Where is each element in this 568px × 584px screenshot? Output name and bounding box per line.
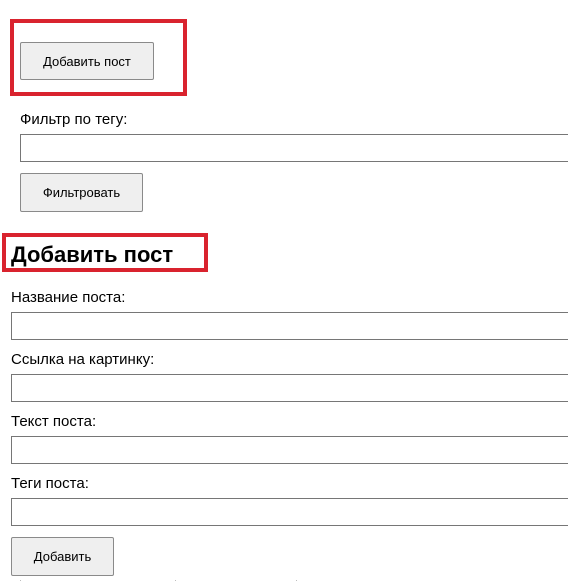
- add-post-button[interactable]: Добавить пост: [20, 42, 154, 80]
- bottom-divider-2: [175, 580, 176, 581]
- filter-label: Фильтр по тегу:: [20, 111, 128, 128]
- bottom-divider-1: [20, 580, 21, 581]
- post-text-label: Текст поста:: [11, 413, 97, 430]
- filter-tag-input[interactable]: [20, 134, 568, 162]
- post-text-input[interactable]: [11, 436, 568, 464]
- filter-button[interactable]: Фильтровать: [20, 173, 143, 212]
- form-heading: Добавить пост: [11, 242, 174, 267]
- post-tags-label: Теги поста:: [11, 475, 89, 492]
- image-link-label: Ссылка на картинку:: [11, 351, 155, 368]
- post-title-label: Название поста:: [11, 289, 126, 306]
- post-tags-input[interactable]: [11, 498, 568, 526]
- submit-add-button[interactable]: Добавить: [11, 537, 114, 576]
- bottom-divider-3: [296, 580, 297, 581]
- post-title-input[interactable]: [11, 312, 568, 340]
- image-link-input[interactable]: [11, 374, 568, 402]
